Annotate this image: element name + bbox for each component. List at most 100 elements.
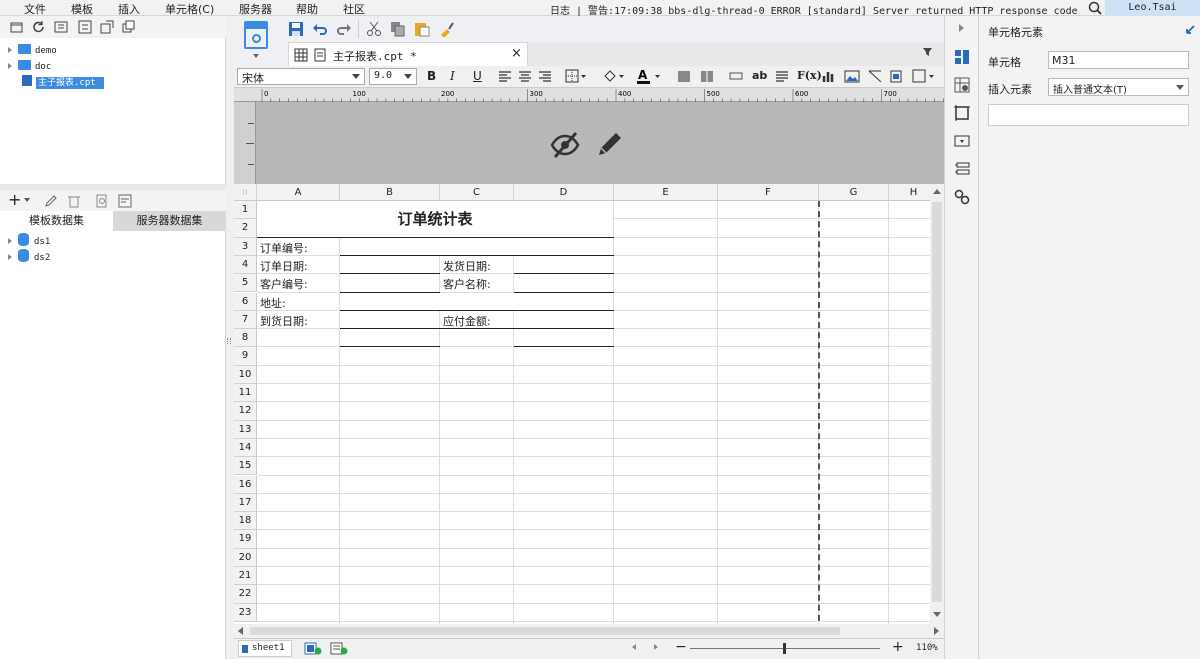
menu-insert[interactable]: 插入	[118, 1, 140, 17]
copy-cell-icon[interactable]	[390, 21, 406, 37]
more-insert-icon[interactable]	[912, 69, 938, 84]
row-header[interactable]: 12	[234, 402, 257, 421]
column-header[interactable]: D	[514, 184, 614, 201]
undo-icon[interactable]	[312, 21, 328, 37]
format-painter-icon[interactable]	[438, 21, 454, 37]
row-header[interactable]: 15	[234, 457, 257, 476]
bold-icon[interactable]: B	[427, 69, 436, 83]
tab-list-icon[interactable]	[922, 47, 934, 57]
split-cell-icon[interactable]	[700, 70, 714, 83]
zoom-slider-handle[interactable]	[783, 643, 786, 654]
row-header[interactable]: 10	[234, 365, 257, 384]
expand-arrow-icon[interactable]	[8, 238, 12, 244]
row-header[interactable]: 2	[234, 219, 257, 238]
tree-folder-doc[interactable]: doc	[8, 60, 51, 75]
edit-header-icon[interactable]	[596, 130, 624, 158]
row-header[interactable]: 3	[234, 237, 257, 256]
dataset-settings-icon[interactable]	[118, 194, 132, 208]
font-family-select[interactable]: 宋体	[237, 68, 365, 85]
dataset-ds2[interactable]: ds2	[8, 249, 50, 264]
panel-splitter-handle[interactable]	[227, 338, 231, 344]
preview-icon[interactable]	[95, 194, 109, 208]
row-header[interactable]: 19	[234, 530, 257, 549]
export-icon[interactable]	[100, 20, 114, 34]
menu-file[interactable]: 文件	[24, 1, 46, 17]
tab-sheet1[interactable]: sheet1	[238, 640, 292, 657]
collapse-panel-icon[interactable]	[959, 24, 964, 32]
expand-arrow-icon[interactable]	[8, 47, 12, 53]
diagonal-line-icon[interactable]	[868, 70, 882, 83]
cell-attribute-icon[interactable]	[954, 77, 970, 93]
hide-icon[interactable]	[550, 130, 580, 160]
tab-template-dataset[interactable]: 模板数据集	[0, 211, 113, 231]
merge-cell-icon[interactable]	[677, 70, 691, 83]
search-icon[interactable]	[1088, 1, 1102, 15]
expand-arrow-icon[interactable]	[8, 63, 12, 69]
hyperlink-icon[interactable]	[954, 189, 970, 205]
close-tab-icon[interactable]: ×	[511, 46, 522, 61]
redo-icon[interactable]	[336, 21, 352, 37]
chart-insert-icon[interactable]	[822, 70, 836, 83]
scroll-thumb[interactable]	[932, 202, 942, 602]
paste-icon[interactable]	[414, 21, 430, 37]
row-header[interactable]: 18	[234, 512, 257, 531]
zoom-out-icon[interactable]: −	[675, 639, 687, 655]
collapse-icon[interactable]	[78, 20, 92, 34]
refresh-icon[interactable]	[32, 20, 46, 34]
row-header[interactable]: 5	[234, 274, 257, 293]
cut-icon[interactable]	[366, 21, 382, 37]
delete-icon[interactable]	[67, 194, 81, 208]
image-insert-icon[interactable]	[844, 70, 860, 83]
column-header[interactable]: B	[340, 184, 440, 201]
border-icon[interactable]	[565, 69, 587, 84]
align-left-icon[interactable]	[498, 70, 512, 83]
horizontal-scrollbar[interactable]	[234, 624, 944, 638]
column-header[interactable]: A	[257, 184, 340, 201]
column-header[interactable]: H	[889, 184, 930, 201]
add-sheet-icon[interactable]	[304, 642, 322, 655]
locate-icon[interactable]	[54, 20, 68, 34]
log-message[interactable]: 日志 | 警告:17:09:38 bbs-dlg-thread-0 ERROR …	[550, 2, 1080, 17]
zoom-in-icon[interactable]: +	[892, 639, 904, 655]
add-dataset-icon[interactable]: +	[8, 190, 21, 210]
scroll-up-icon[interactable]	[933, 189, 941, 194]
row-header[interactable]: 22	[234, 585, 257, 604]
underline-icon[interactable]: U	[473, 69, 482, 83]
tree-file-main[interactable]: 主子报表.cpt	[22, 75, 104, 90]
report-title[interactable]: 订单统计表	[257, 201, 613, 237]
row-header[interactable]: 4	[234, 255, 257, 275]
save-icon[interactable]	[288, 21, 304, 37]
cell-content-input[interactable]	[988, 104, 1189, 126]
pin-icon[interactable]	[1184, 24, 1196, 36]
edit-icon[interactable]	[44, 194, 58, 208]
widget-icon[interactable]	[954, 133, 970, 149]
column-header[interactable]: F	[718, 184, 819, 201]
tab-server-dataset[interactable]: 服务器数据集	[113, 211, 226, 231]
row-header[interactable]: 7	[234, 310, 257, 330]
font-color-icon[interactable]: A	[636, 68, 662, 85]
row-header[interactable]: 1	[234, 201, 257, 220]
align-center-icon[interactable]	[518, 70, 532, 83]
menu-community[interactable]: 社区	[343, 1, 365, 17]
cell-name-field[interactable]: M31	[1048, 51, 1189, 69]
scroll-down-icon[interactable]	[933, 612, 941, 617]
menu-cell[interactable]: 单元格(C)	[165, 1, 214, 17]
spreadsheet-grid[interactable]: ⁝⁝ A B C D E F G H 1 2 3 4 5 6 7 8 9 10 11 12 13 14 15 16 17 18 19 2…	[234, 184, 930, 624]
cell-style-icon[interactable]	[954, 105, 970, 121]
dataset-ds1[interactable]: ds1	[8, 233, 50, 248]
row-header[interactable]: 8	[234, 329, 257, 348]
hscroll-thumb[interactable]	[250, 627, 840, 635]
dropdown-arrow-icon[interactable]	[24, 198, 30, 202]
tab-main-report[interactable]: 主子报表.cpt * ×	[288, 42, 528, 66]
tree-folder-demo[interactable]: demo	[8, 44, 57, 59]
font-size-select[interactable]: 9.0	[369, 68, 417, 85]
grid-corner[interactable]: ⁝⁝	[234, 184, 257, 201]
column-header[interactable]: C	[440, 184, 514, 201]
condition-icon[interactable]	[954, 161, 970, 177]
row-header[interactable]: 14	[234, 438, 257, 458]
user-badge[interactable]: Leo.Tsai	[1105, 0, 1200, 16]
row-header[interactable]: 20	[234, 548, 257, 567]
column-header[interactable]: G	[819, 184, 889, 201]
merged-cell[interactable]	[340, 292, 613, 310]
rich-text-icon[interactable]	[775, 70, 789, 83]
